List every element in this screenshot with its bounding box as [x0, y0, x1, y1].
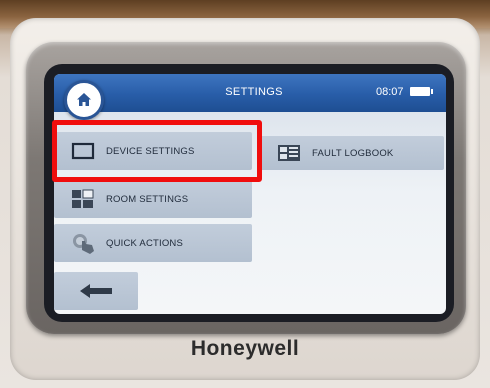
brand-logo: Honeywell: [190, 337, 300, 360]
back-arrow-icon: [80, 284, 112, 298]
quick-actions-label: QUICK ACTIONS: [106, 237, 184, 249]
page-title: SETTINGS: [225, 86, 283, 98]
quick-actions-button[interactable]: QUICK ACTIONS: [54, 224, 252, 262]
clock: 08:07: [376, 86, 404, 98]
highlight-box: [52, 120, 262, 182]
logbook-icon: [276, 143, 302, 163]
room-settings-label: ROOM SETTINGS: [106, 193, 189, 205]
home-icon: [77, 93, 91, 106]
fault-logbook-button[interactable]: FAULT LOGBOOK: [260, 136, 444, 170]
back-button[interactable]: [54, 272, 138, 310]
room-settings-button[interactable]: ROOM SETTINGS: [54, 180, 252, 218]
room-grid-icon: [70, 189, 96, 209]
battery-icon: [410, 87, 433, 96]
fault-logbook-label: FAULT LOGBOOK: [312, 147, 394, 159]
home-button[interactable]: [64, 80, 104, 120]
touch-hand-icon: [70, 233, 96, 254]
touch-screen: SETTINGS 08:07 DEVICE SETTINGS FAULT LOG…: [54, 74, 446, 314]
top-bar: SETTINGS 08:07: [54, 74, 446, 112]
